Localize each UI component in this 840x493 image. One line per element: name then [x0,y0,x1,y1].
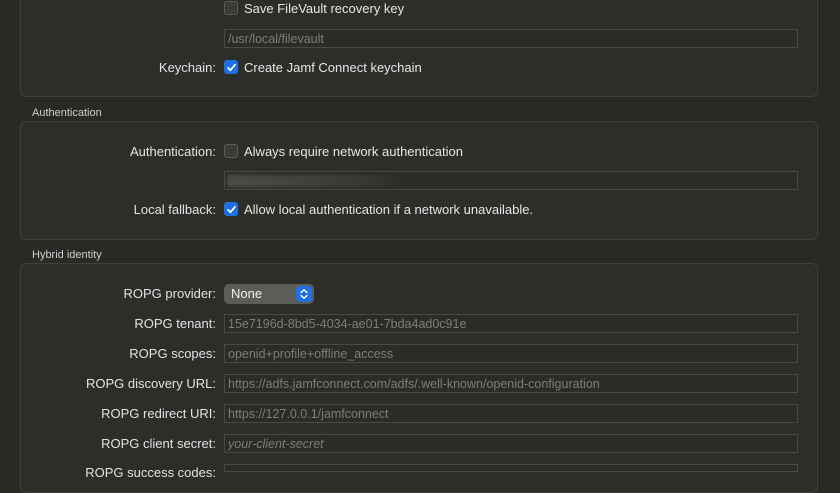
redacted-value [227,175,407,187]
ropg-success-codes-field[interactable] [224,464,798,472]
ropg-success-codes-label: ROPG success codes: [85,465,216,480]
keychain-label: Keychain: [158,60,216,75]
save-filevault-key-label: Save FileVault recovery key [244,1,405,16]
ropg-tenant-field[interactable]: 15e7196d-8bd5-4034-ae01-7bda4ad0c91e [224,314,798,333]
ropg-scopes-field[interactable]: openid+profile+offline_access [224,344,798,363]
ropg-client-secret-field[interactable]: your-client-secret [224,434,798,453]
checkmark-icon [227,63,236,72]
filevault-path-value: /usr/local/filevault [228,32,324,46]
ropg-client-secret-label: ROPG client secret: [101,436,216,451]
ropg-provider-value: None [231,286,263,301]
authentication-label: Authentication: [129,144,216,159]
ropg-provider-select[interactable]: None [224,284,314,304]
require-network-auth-label: Always require network authentication [244,144,463,159]
ropg-redirect-uri-field[interactable]: https://127.0.0.1/jamfconnect [224,404,798,423]
keychain-option-label: Create Jamf Connect keychain [244,60,422,75]
filevault-path-field[interactable]: /usr/local/filevault [224,29,798,48]
authentication-section-title: Authentication [32,107,102,119]
hybrid-identity-section-title: Hybrid identity [32,249,102,261]
ropg-tenant-value: 15e7196d-8bd5-4034-ae01-7bda4ad0c91e [228,317,467,331]
filevault-panel [20,0,818,97]
chevron-updown-icon [296,286,312,302]
ropg-scopes-label: ROPG scopes: [129,346,216,361]
ropg-discovery-url-field[interactable]: https://adfs.jamfconnect.com/adfs/.well-… [224,374,798,393]
keychain-checkbox[interactable] [224,60,238,74]
authentication-field[interactable] [224,171,798,190]
ropg-provider-label: ROPG provider: [123,286,216,301]
ropg-redirect-uri-value: https://127.0.0.1/jamfconnect [228,407,389,421]
ropg-discovery-url-value: https://adfs.jamfconnect.com/adfs/.well-… [228,377,600,391]
ropg-discovery-url-label: ROPG discovery URL: [85,376,216,391]
local-fallback-label: Local fallback: [133,202,216,217]
ropg-scopes-value: openid+profile+offline_access [228,347,394,361]
ropg-redirect-uri-label: ROPG redirect URI: [101,406,216,421]
local-fallback-option-label: Allow local authentication if a network … [244,202,534,217]
checkmark-icon [227,205,236,214]
require-network-auth-checkbox[interactable] [224,144,238,158]
local-fallback-checkbox[interactable] [224,202,238,216]
ropg-tenant-label: ROPG tenant: [134,316,216,331]
save-filevault-key-checkbox[interactable] [224,1,238,15]
ropg-client-secret-placeholder: your-client-secret [228,437,324,451]
